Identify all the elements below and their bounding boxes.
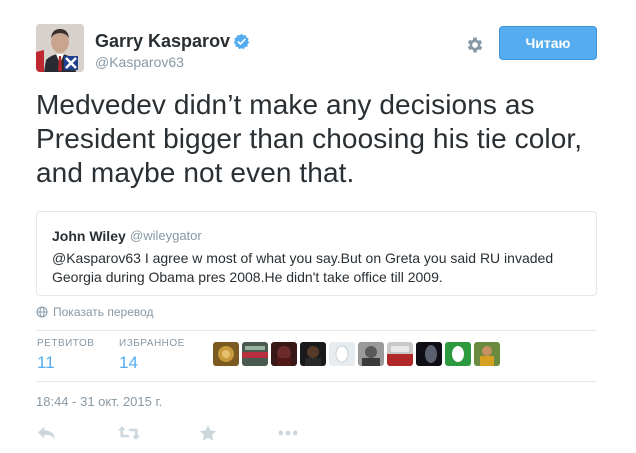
favoriter-avatar[interactable] [416, 342, 442, 366]
globe-icon [36, 306, 48, 318]
retweet-icon[interactable] [117, 424, 141, 442]
gear-icon[interactable] [465, 35, 485, 55]
tweet-timestamp[interactable]: 18:44 - 31 окт. 2015 г. [36, 394, 162, 409]
favoriter-avatar[interactable] [387, 342, 413, 366]
author-handle[interactable]: @Kasparov63 [95, 53, 184, 71]
quoted-tweet-text: @Kasparov63 I agree w most of what you s… [52, 250, 554, 285]
quoted-author-handle: @wileygator [130, 228, 202, 243]
author-avatar[interactable] [36, 24, 84, 72]
favorites-count[interactable]: 14 [119, 353, 138, 373]
favoriter-avatar[interactable] [213, 342, 239, 366]
favoriter-avatar[interactable] [271, 342, 297, 366]
quoted-author-name: John Wiley [52, 228, 126, 244]
favoriter-avatar[interactable] [358, 342, 384, 366]
favoriter-avatar[interactable] [445, 342, 471, 366]
reply-icon[interactable] [36, 424, 58, 442]
quoted-tweet-card[interactable]: John Wiley @wileygator @Kasparov63 I agr… [36, 211, 597, 296]
favoriters-avatars [213, 342, 500, 366]
favorites-label: ИЗБРАННОЕ [119, 338, 185, 349]
translate-label: Показать перевод [53, 305, 154, 319]
favoriter-avatar[interactable] [329, 342, 355, 366]
favoriter-avatar[interactable] [242, 342, 268, 366]
author-name[interactable]: Garry Kasparov [95, 31, 230, 51]
verified-badge-icon [233, 33, 250, 50]
favoriter-avatar[interactable] [474, 342, 500, 366]
divider-top [36, 330, 597, 331]
tweet-text: Medvedev didn’t make any decisions as Pr… [36, 89, 583, 188]
retweets-label: РЕТВИТОВ [37, 338, 95, 349]
more-dots-icon[interactable] [276, 424, 300, 442]
divider-bottom [36, 381, 597, 382]
favorite-star-icon[interactable] [197, 424, 219, 442]
follow-button[interactable]: Читаю [499, 26, 597, 60]
translate-link[interactable]: Показать перевод [36, 305, 154, 319]
favoriter-avatar[interactable] [300, 342, 326, 366]
retweets-count[interactable]: 11 [37, 353, 55, 373]
